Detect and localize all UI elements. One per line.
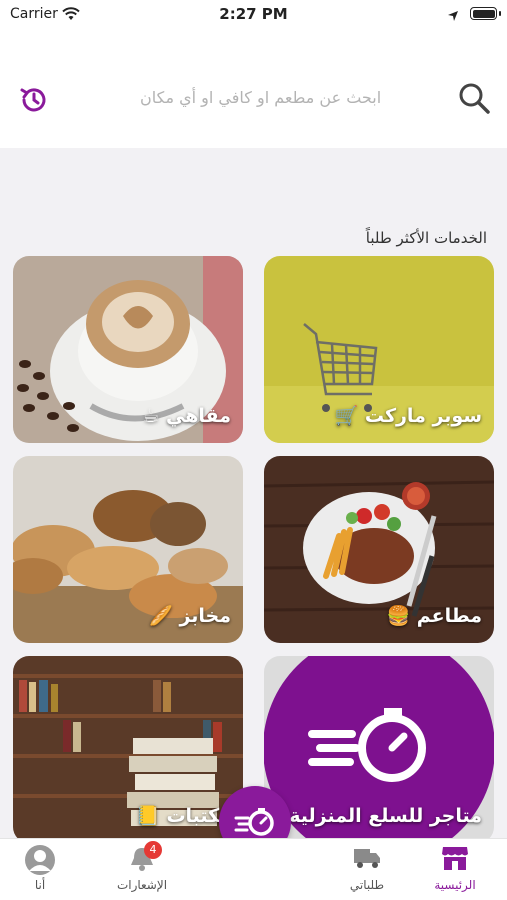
location-arrow-icon xyxy=(447,7,459,26)
supermarket-card[interactable]: سوبر ماركت 🛒 xyxy=(264,256,494,443)
tab-home-label: الرئيسية xyxy=(434,878,476,892)
search-header: ابحث عن مطعم او كافي او أي مكان xyxy=(0,30,507,148)
bakeries-label: مخابز 🥖 xyxy=(149,605,231,627)
home-goods-label: متاجر للسلع المنزلية 🏠 xyxy=(264,805,482,827)
delivery-truck-icon xyxy=(354,849,380,868)
bookstores-label: مكتبات 📒 xyxy=(136,805,231,827)
bookstores-card[interactable]: مكتبات 📒 xyxy=(13,656,243,843)
supermarket-label: سوبر ماركت 🛒 xyxy=(334,405,482,427)
tab-orders[interactable]: طلباتي xyxy=(327,845,407,892)
clock: 2:27 PM xyxy=(219,5,288,23)
status-bar: Carrier 2:27 PM xyxy=(0,0,507,30)
cafes-label: مقاهي ☕ xyxy=(142,405,231,427)
store-icon xyxy=(442,847,468,870)
notifications-badge: 4 xyxy=(144,841,162,859)
tab-notifications-label: الإشعارات xyxy=(116,878,168,892)
search-icon[interactable] xyxy=(457,81,491,119)
cafes-card[interactable]: مقاهي ☕ xyxy=(13,256,243,443)
tab-profile[interactable]: أنا xyxy=(0,845,80,892)
tab-notifications[interactable]: 4 الإشعارات xyxy=(102,841,182,892)
tab-orders-label: طلباتي xyxy=(349,878,385,892)
bottom-tab-bar: الرئيسية طلباتي 4 الإشعارات أنا xyxy=(0,838,507,900)
history-icon[interactable] xyxy=(18,84,50,120)
search-input[interactable]: ابحث عن مطعم او كافي او أي مكان xyxy=(140,88,381,107)
tab-profile-label: أنا xyxy=(34,878,46,892)
home-goods-card[interactable]: متاجر للسلع المنزلية 🏠 xyxy=(264,656,494,843)
battery-icon xyxy=(470,7,501,20)
section-title: الخدمات الأكثر طلباً xyxy=(365,229,487,247)
tab-home[interactable]: الرئيسية xyxy=(415,845,495,892)
restaurants-card[interactable]: مطاعم 🍔 xyxy=(264,456,494,643)
avatar-icon xyxy=(25,845,55,875)
bakeries-card[interactable]: مخابز 🥖 xyxy=(13,456,243,643)
restaurants-label: مطاعم 🍔 xyxy=(386,605,482,627)
fast-delivery-icon xyxy=(234,808,274,836)
